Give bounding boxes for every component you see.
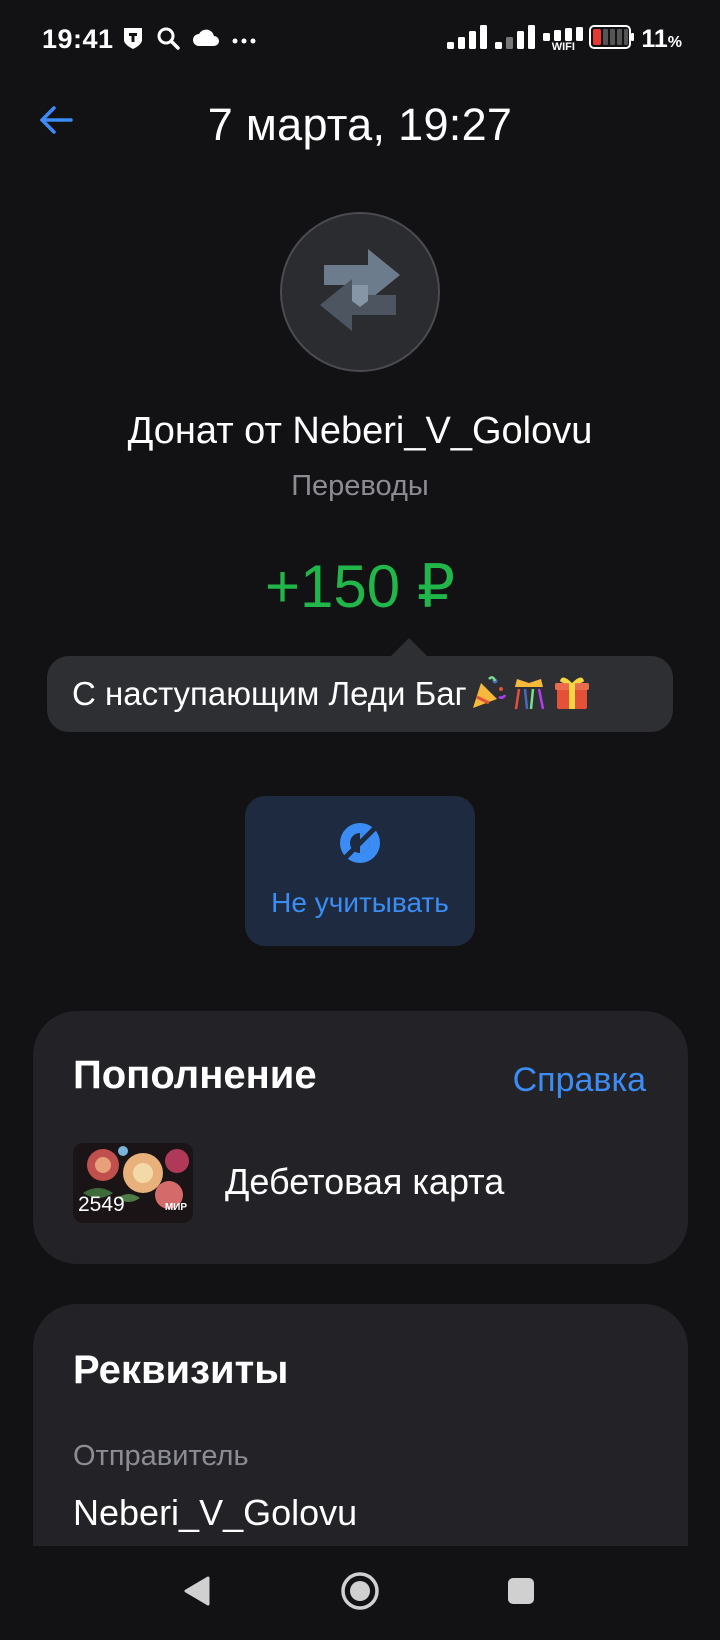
status-right-icons: WIFI 11% <box>447 24 682 55</box>
status-time: 19:41 <box>42 24 114 54</box>
deposit-card-title: Пополнение <box>73 1053 317 1097</box>
system-nav-bar <box>0 1546 720 1640</box>
battery-percent: 11% <box>641 25 682 54</box>
sender-value: Neberi_V_Golovu <box>73 1492 358 1533</box>
cloud-icon <box>192 28 220 53</box>
transaction-category-icon <box>280 212 440 372</box>
confetti-ball-icon <box>511 673 549 716</box>
comment-emoji <box>469 673 591 716</box>
home-circle-icon <box>340 1571 380 1616</box>
transaction-title: Донат от Neberi_V_Golovu <box>127 410 593 452</box>
battery-percent-value: 11 <box>641 25 668 53</box>
ignore-button[interactable]: Не учитывать <box>245 796 475 946</box>
shield-notification-icon <box>122 26 144 55</box>
bank-card-thumbnail[interactable]: 2549 МИР <box>73 1143 193 1223</box>
account-name[interactable]: Дебетовая карта <box>225 1161 504 1203</box>
card-brand: МИР <box>164 1202 187 1213</box>
wifi-icon: WIFI <box>543 26 584 53</box>
gift-icon <box>553 673 591 716</box>
signal-secondary-icon <box>495 24 537 55</box>
recents-square-icon <box>506 1576 536 1611</box>
search-icon <box>156 26 180 55</box>
battery-percent-unit: % <box>667 34 682 51</box>
status-left-icons <box>122 26 256 55</box>
back-triangle-icon <box>182 1575 212 1612</box>
nav-back-button[interactable] <box>174 1570 220 1616</box>
eye-off-icon <box>337 820 383 871</box>
page-title: 7 марта, 19:27 <box>207 99 513 150</box>
battery-icon <box>589 25 635 54</box>
deposit-card: Пополнение Справка 2549 МИР Дебетовая ка… <box>33 1011 688 1264</box>
details-card-title: Реквизиты <box>73 1348 289 1392</box>
comment-text: С наступающим Леди Баг <box>72 675 467 712</box>
signal-icon <box>447 24 489 55</box>
nav-recents-button[interactable] <box>498 1570 544 1616</box>
wifi-label: WIFI <box>551 40 575 53</box>
comment-bubble: С наступающим Леди Баг <box>47 638 673 732</box>
party-popper-icon <box>469 673 507 716</box>
help-link[interactable]: Справка <box>513 1061 646 1100</box>
transaction-amount: +150 ₽ <box>265 553 455 620</box>
status-bar: 19:41 WIFI 11% <box>0 0 720 80</box>
transaction-category: Переводы <box>291 470 429 502</box>
nav-home-button[interactable] <box>337 1570 383 1616</box>
transfer-arrows-icon <box>310 245 410 340</box>
card-last4: 2549 <box>78 1193 125 1216</box>
sender-label: Отправитель <box>73 1440 249 1472</box>
more-dots-icon <box>232 32 256 50</box>
ignore-button-label: Не учитывать <box>271 887 449 918</box>
